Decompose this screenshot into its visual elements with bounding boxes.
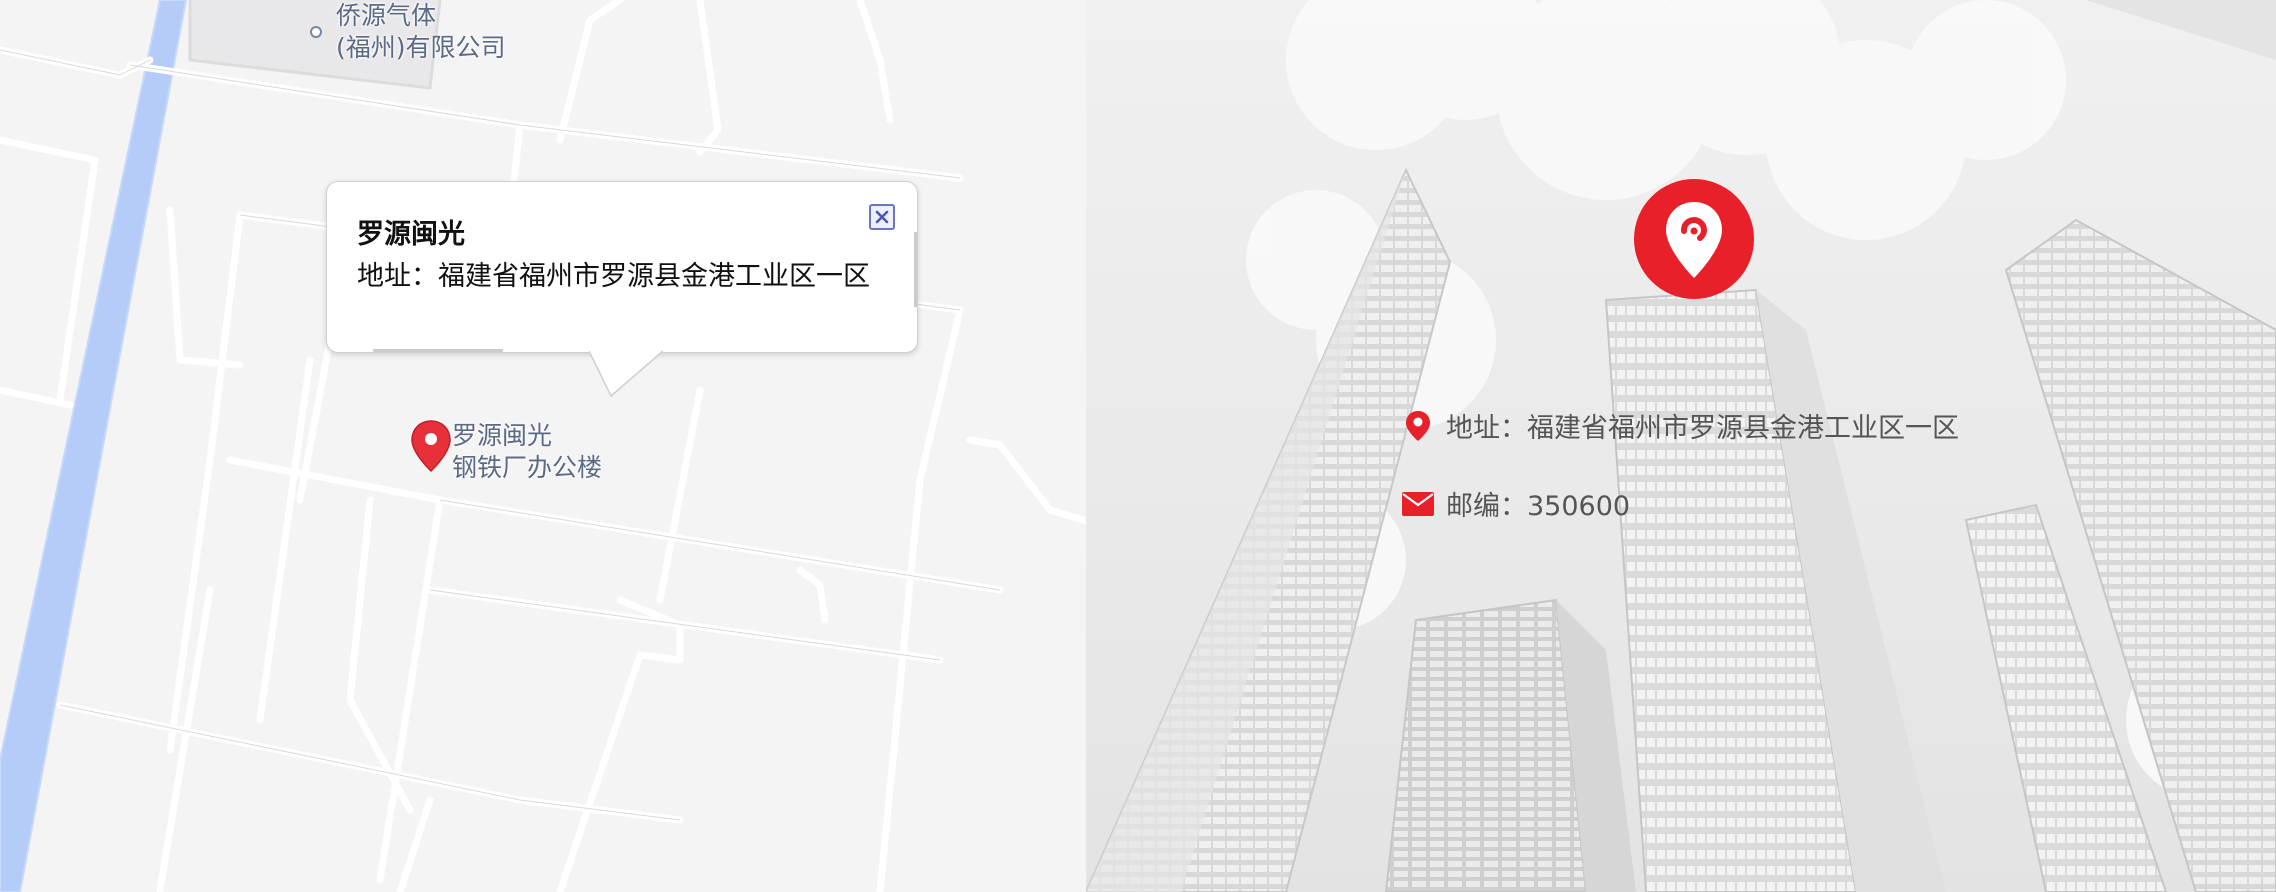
info-window-pointer: [589, 350, 663, 398]
contact-postcode-text: 邮编：350600: [1446, 491, 1631, 522]
poi-dot[interactable]: [310, 26, 322, 38]
contact-postcode-row: 邮编：350600: [1402, 484, 1630, 523]
contact-address-row: 地址：福建省福州市罗源县金港工业区一区: [1402, 406, 1959, 445]
location-pin-icon: [1402, 410, 1434, 442]
poi-label-line2: (福州)有限公司: [336, 33, 506, 62]
poi-label-line1: 罗源闽光: [452, 421, 553, 450]
close-x-glyph: [875, 210, 889, 224]
poi-label-line2: 钢铁厂办公楼: [452, 453, 603, 482]
location-logo-icon: [1634, 179, 1754, 299]
poi-label-marker[interactable]: 罗源闽光 钢铁厂办公楼: [452, 420, 602, 484]
scrollbar[interactable]: [914, 232, 917, 307]
poi-label-line1: 侨源气体: [336, 1, 437, 30]
divider: [373, 349, 503, 352]
city-skyline-background: [1086, 0, 2276, 892]
map-panel[interactable]: 侨源气体 (福州)有限公司 罗源闽光 钢铁厂办公楼 罗源闽光 地址：福建省福州市…: [0, 0, 1150, 892]
poi-label-qiaoyuan[interactable]: 侨源气体 (福州)有限公司: [336, 0, 506, 64]
map-marker-icon[interactable]: [411, 420, 451, 472]
info-window: 罗源闽光 地址：福建省福州市罗源县金港工业区一区: [326, 181, 918, 398]
mail-icon: [1402, 488, 1434, 520]
contact-panel: 地址：福建省福州市罗源县金港工业区一区 邮编：350600: [1086, 0, 2276, 892]
close-icon[interactable]: [869, 204, 895, 230]
info-window-title: 罗源闽光: [357, 219, 465, 250]
info-window-address: 地址：福建省福州市罗源县金港工业区一区: [357, 261, 870, 292]
contact-address-text: 地址：福建省福州市罗源县金港工业区一区: [1446, 413, 1959, 444]
